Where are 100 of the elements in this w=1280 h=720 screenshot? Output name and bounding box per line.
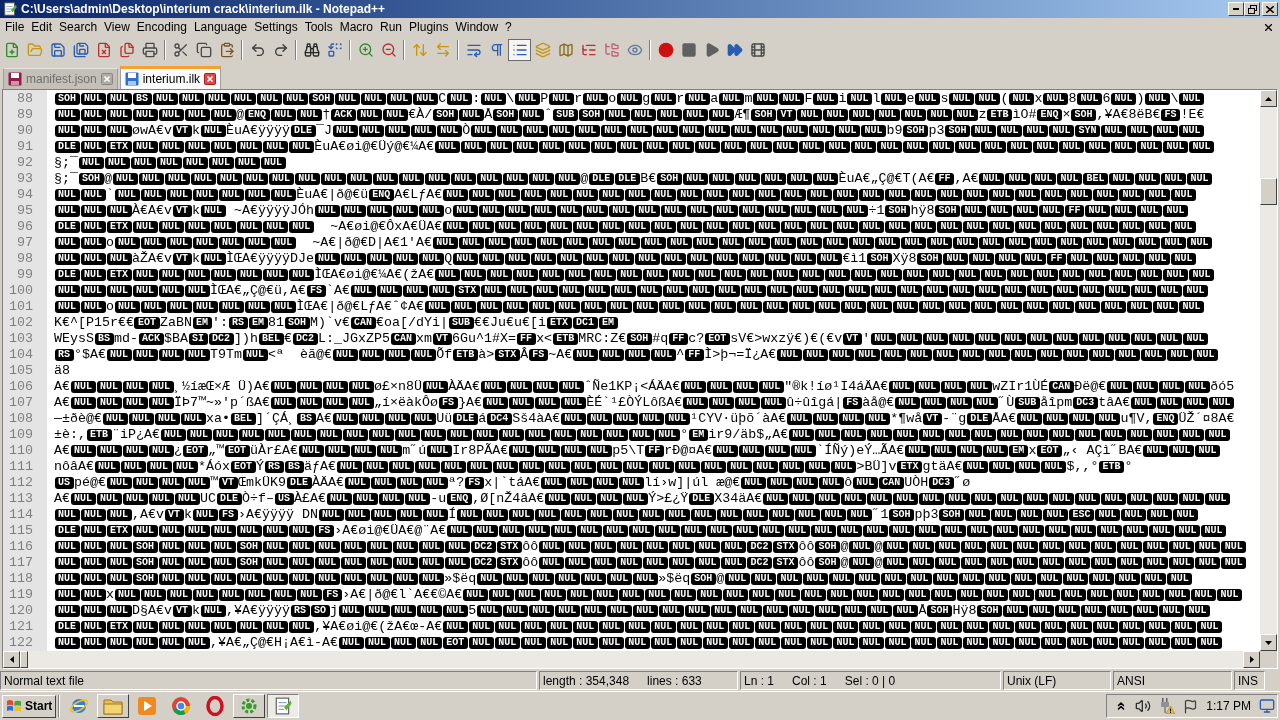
status-text: lines : 633	[647, 672, 702, 690]
code-line: —±ðè@€ NUL NUL NUL NUL xa• BEL ]´ÇÁ¸ BS A€ NUL NUL NUL NUL Uü DLE á DC4 Sš4àA€ NUL NUL NUL NUL NUL ¹CYV·üþõ´àA€ NUL NUL NUL NUL *¶wå VT -¨g DLE ÅA€ NUL NUL NUL NUL u¶V, ENQ ÜŽ´¤8A€	[54, 411, 1235, 427]
redo-icon	[272, 42, 289, 58]
status-text: Unix (LF)	[1007, 672, 1057, 690]
folder-icon	[103, 697, 123, 715]
record-dot-icon	[657, 42, 674, 58]
taskbar-app-button[interactable]	[267, 694, 299, 718]
line-number: 113	[9, 491, 33, 507]
status-text: length : 354,348	[543, 672, 630, 690]
scroll-thumb[interactable]	[20, 651, 28, 668]
code-line: NUL NUL NUL À€A€v VT k NUL ~A€ÿÿÿÿJÓh NUL NUL NUL NUL NUL o NUL NUL NUL NUL NUL NUL NUL NUL NUL NUL NUL NUL NUL NUL NUL NUL ÷1 SOH hÿ8 SOH NUL NUL NUL NUL FF NUL NUL NUL NUL	[54, 203, 1189, 219]
menu-item[interactable]: Edit	[27, 18, 56, 37]
minimize-button[interactable]	[1228, 2, 1244, 16]
wheel-logo-icon[interactable]	[171, 696, 191, 716]
globe-icon[interactable]	[69, 696, 89, 716]
code-line: NUL NUL NUL SOH NUL NUL NUL NUL NUL NUL NUL NUL NUL NUL NUL »$ëq NUL NUL NUL NUL NUL NUL NUL »$ëq SOH @ NUL NUL NUL NUL NUL NUL NUL NUL NUL NUL NUL NUL NUL NUL NUL NUL NUL NUL	[54, 571, 1193, 587]
menu-item[interactable]: Encoding	[133, 18, 191, 37]
play-tile-icon[interactable]	[137, 696, 157, 716]
clipboard-icon	[218, 42, 235, 58]
scroll-right-button[interactable]	[1243, 651, 1260, 668]
layers-icon	[534, 42, 551, 58]
status-text: Ln : 1	[744, 672, 775, 690]
close-icon	[1266, 5, 1274, 13]
caret-left-icon	[9, 656, 14, 663]
code-line: US pé@€ NUL NUL NUL NUL ™ VT ŒmkÜK9 DLE ÀÄA€ NUL NUL NUL NUL ª? FS x|`táA€ NUL NUL NUL NUL lí›w]|úl æ@€ NUL NUL NUL NUL ô NUL CAN UÒH DC3 ˝ø	[54, 475, 971, 491]
menu-item[interactable]: File	[1, 18, 28, 37]
caret-down-icon	[1265, 640, 1272, 645]
caret-up-icon	[1265, 96, 1272, 101]
close-button[interactable]	[1262, 2, 1278, 16]
clock[interactable]: 1:17 PM	[1206, 697, 1251, 715]
menu-item[interactable]: Run	[376, 18, 406, 37]
line-number: 119	[9, 587, 33, 603]
line-number: 114	[9, 507, 33, 523]
line-number: 88	[17, 91, 33, 107]
line-number: 111	[9, 459, 33, 475]
scroll-thumb[interactable]	[1260, 178, 1277, 205]
line-number: 94	[17, 187, 33, 203]
notepad-icon	[3, 2, 17, 16]
line-number: 105	[9, 363, 33, 379]
code-line: NUL NUL NUL NUL NUL NUL NUL @ ENQ NUL NUL † ACK NUL NUL €À/ SOH NUL Å SOH NUL ˆ SUB SOH NUL NUL NUL NUL NUL Æ¶ SOH VT NUL NUL NUL NUL NUL NUL NUL z ETB ìO# ENQ × SOH ,¥A€8ëB€ FS !E€	[54, 107, 1205, 123]
menu-item[interactable]: View	[100, 18, 134, 37]
close-icon[interactable]	[100, 73, 113, 85]
speaker-icon[interactable]	[1135, 698, 1152, 714]
notepad-icon	[274, 697, 292, 715]
scroll-up-button[interactable]	[1260, 90, 1277, 107]
window-title: C:\Users\admin\Desktop\interium crack\interium.ilk - Notepad++	[21, 1, 386, 18]
code-line: NUL NUL NUL SOH NUL NUL NUL SOH NUL NUL NUL NUL NUL NUL NUL NUL DC2 STX ôô NUL NUL NUL NUL NUL NUL NUL NUL DC2 STX ôô SOH @ NUL @ NUL NUL NUL NUL NUL NUL NUL NUL NUL NUL NUL NUL NUL NUL	[54, 539, 1247, 555]
code-line: NUL NUL NUL SOH NUL NUL NUL SOH NUL NUL NUL NUL NUL NUL NUL NUL DC2 STX ôô NUL NUL NUL NUL NUL NUL NUL NUL DC2 STX ôô SOH @ NUL @ NUL NUL NUL NUL NUL NUL NUL NUL NUL NUL NUL NUL NUL NUL	[54, 555, 1247, 571]
floppy-disks-icon	[72, 42, 89, 58]
line-number: 121	[9, 619, 33, 635]
minimize-icon	[1233, 8, 1239, 10]
close-document-button[interactable]	[1262, 21, 1274, 34]
menu-item[interactable]: Tools	[301, 18, 337, 37]
line-number: 99	[17, 267, 33, 283]
code-line: §;¯ NUL NUL NUL NUL NUL NUL NUL NUL	[54, 155, 287, 171]
menu-item[interactable]: ?	[501, 18, 516, 37]
tab[interactable]: interium.ilk	[119, 66, 222, 89]
line-number: 90	[17, 123, 33, 139]
start-button[interactable]: Start	[2, 694, 56, 718]
line-number: 108	[9, 411, 33, 427]
desktop-icon[interactable]	[1259, 698, 1275, 714]
line-number: 100	[9, 283, 33, 299]
code-line: ä8	[54, 363, 70, 379]
status-text: ANSI	[1117, 672, 1145, 690]
zoom-out-icon	[380, 42, 397, 58]
up-down-arrows-icon	[411, 42, 428, 58]
flag-logo-icon	[6, 699, 22, 713]
code-line: DLE NUL ETX NUL NUL NUL NUL NUL NUL NUL ~A€øi@€ÔxA€ÜA€ NUL NUL NUL NUL NUL NUL NUL NUL NUL NUL NUL NUL NUL NUL NUL NUL NUL NUL NUL NUL NUL NUL NUL NUL NUL NUL NUL NUL NUL	[54, 219, 1197, 235]
menu-item[interactable]: Macro	[336, 18, 377, 37]
line-number: 103	[9, 331, 33, 347]
restore-button[interactable]	[1244, 2, 1260, 16]
menu-item[interactable]: Settings	[250, 18, 302, 37]
menu-item[interactable]: Window	[451, 18, 502, 37]
ring-logo-icon[interactable]	[206, 696, 224, 716]
status-text: INS	[1238, 672, 1258, 690]
menu-item[interactable]: Language	[190, 18, 251, 37]
stop-square-icon	[680, 42, 697, 58]
line-number: 122	[9, 635, 33, 651]
code-line: SOH NUL NUL BS NUL NUL NUL NUL NUL NUL SOH NUL NUL NUL NUL C NUL : NUL \ NUL P NUL r NUL o NUL g NUL r NUL a NUL m NUL NUL F NUL i NUL l NUL e NUL s NUL NUL ( NUL x NUL 8 NUL 6 NUL ) NUL \ NUL	[54, 91, 1205, 107]
code-line: DLE NUL ETX NUL NUL NUL NUL NUL NUL NUL FS ›A€øi@€ÜA€@¨A€ NUL NUL NUL NUL NUL NUL NUL NUL NUL NUL NUL NUL NUL NUL NUL NUL NUL NUL NUL NUL NUL NUL NUL NUL NUL NUL NUL NUL NUL NUL	[54, 523, 1227, 539]
scroll-left-button[interactable]	[3, 651, 20, 668]
line-number: 115	[9, 523, 33, 539]
flag-icon[interactable]	[1183, 698, 1199, 714]
menu-item[interactable]: Plugins	[405, 18, 452, 37]
code-line: ±è:, ETB ¨iP¿A€ NUL NUL NUL NUL NUL NUL NUL NUL NUL NUL NUL NUL NUL NUL NUL NUL NUL NUL NUL NUL ° EM ir9/äb$„A€ NUL NUL NUL NUL NUL NUL NUL NUL NUL NUL NUL NUL NUL NUL NUL NUL NUL	[54, 427, 1231, 443]
binoculars-icon	[303, 42, 320, 58]
line-number: 91	[17, 139, 33, 155]
code-line: A€ NUL NUL NUL NUL NUL UC DLE Ò÷f– US À£A€ NUL NUL NUL NUL -u ENQ ,Ø[nŽ4âA€ NUL NUL NUL NUL Ý>£¿Ÿ DLE X34äA€ NUL NUL NUL NUL NUL NUL NUL NUL NUL NUL NUL NUL NUL NUL NUL NUL NUL NUL	[54, 491, 1231, 507]
indent-guide-button[interactable]	[508, 39, 531, 61]
line-number: 120	[9, 603, 33, 619]
line-number: 101	[9, 299, 33, 315]
film-icon	[749, 42, 766, 58]
scroll-down-button[interactable]	[1260, 634, 1277, 651]
plug-warning-icon[interactable]	[1159, 698, 1176, 714]
scissors-icon	[172, 42, 189, 58]
menu-item[interactable]: Search	[55, 18, 101, 37]
line-number: 92	[17, 155, 33, 171]
code-line: NUL NUL o NUL NUL NUL NUL NUL NUL NUL ÌŒA€|ð@€LƒA€ˆ¢A€ NUL NUL NUL NUL NUL NUL NUL NUL NUL NUL NUL NUL NUL NUL NUL NUL NUL NUL NUL NUL NUL NUL NUL NUL NUL NUL NUL NUL NUL NUL	[54, 299, 1205, 315]
eye-icon	[626, 42, 643, 58]
close-icon[interactable]	[204, 73, 217, 85]
